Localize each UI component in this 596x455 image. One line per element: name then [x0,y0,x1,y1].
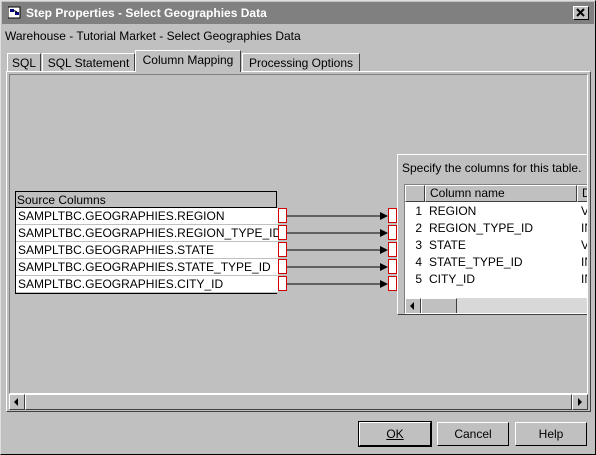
data-type-cell[interactable]: IN [581,254,587,271]
target-connector[interactable] [388,259,397,274]
data-type-cell[interactable]: V/ [581,203,587,220]
dialog-window: Step Properties - Select Geographies Dat… [0,0,596,455]
row-number: 2 [415,221,422,235]
source-connector[interactable] [278,242,287,257]
source-column-row[interactable]: SAMPLTBC.GEOGRAPHIES.STATE [16,242,278,259]
target-connector[interactable] [388,225,397,240]
source-connector[interactable] [278,208,287,223]
step-properties-icon [8,6,21,19]
step-subtitle: Warehouse - Tutorial Market - Select Geo… [5,29,301,43]
arrow-left-icon [410,302,414,310]
cancel-button[interactable]: Cancel [437,422,509,446]
row-number: 5 [415,272,422,286]
tab-sql[interactable]: SQL [7,53,41,71]
target-connector[interactable] [388,242,397,257]
row-number: 3 [415,238,422,252]
ok-button[interactable]: OK [358,421,432,447]
scroll-right-button[interactable] [572,394,588,410]
source-connector[interactable] [278,276,287,291]
column-name-cell[interactable]: STATE [429,237,466,254]
column-name-cell[interactable]: REGION_TYPE_ID [429,220,533,237]
source-column-row[interactable]: SAMPLTBC.GEOGRAPHIES.REGION_TYPE_ID [16,225,281,242]
row-number: 1 [415,204,422,218]
tab-processing-options[interactable]: Processing Options [242,53,360,71]
help-button[interactable]: Help [515,422,587,446]
table-row[interactable]: 5 CITY_ID IN [405,271,587,288]
data-type-cell[interactable]: IN [581,220,587,237]
source-columns-box: Source Columns SAMPLTBC.GEOGRAPHIES.REGI… [15,191,281,294]
data-type-cell[interactable]: V/ [581,237,587,254]
data-type-cell[interactable]: IN [581,271,587,288]
data-type-header[interactable]: D [577,185,587,202]
target-connector[interactable] [388,276,397,291]
target-columns-grid[interactable]: Column name D 1 REGION V/ 2 REGION_TYPE_… [404,184,587,314]
target-table-panel: Specify the columns for this table. Colu… [397,154,587,315]
column-name-cell[interactable]: REGION [429,203,476,220]
source-column-row[interactable]: SAMPLTBC.GEOGRAPHIES.CITY_ID [16,276,278,293]
canvas-horizontal-scrollbar[interactable] [9,394,588,410]
source-columns-header: Source Columns [16,192,276,208]
table-row[interactable]: 3 STATE V/ [405,237,587,254]
ok-button-label: OK [386,427,404,441]
column-name-cell[interactable]: CITY_ID [429,271,475,288]
grid-horizontal-scrollbar[interactable] [405,298,587,313]
window-title: Step Properties - Select Geographies Dat… [26,6,267,20]
source-connector[interactable] [278,225,287,240]
tab-sql-statement[interactable]: SQL Statement [42,53,135,71]
arrow-left-icon [14,398,18,406]
close-button[interactable] [573,6,589,20]
mapping-canvas[interactable]: Source Columns SAMPLTBC.GEOGRAPHIES.REGI… [9,74,588,394]
source-column-row[interactable]: SAMPLTBC.GEOGRAPHIES.REGION [16,208,278,225]
target-caption: Specify the columns for this table. [402,161,582,175]
source-column-row[interactable]: SAMPLTBC.GEOGRAPHIES.STATE_TYPE_ID [16,259,278,276]
column-name-cell[interactable]: STATE_TYPE_ID [429,254,523,271]
target-connector[interactable] [388,208,397,223]
grid-scroll-thumb[interactable] [421,298,457,313]
grid-corner-header [405,185,425,202]
close-icon [576,8,585,17]
mapping-lines [287,212,388,288]
grid-scroll-left-button[interactable] [405,298,421,313]
table-row[interactable]: 1 REGION V/ [405,203,587,220]
title-bar[interactable]: Step Properties - Select Geographies Dat… [2,2,594,24]
arrow-right-icon [578,398,582,406]
table-row[interactable]: 4 STATE_TYPE_ID IN [405,254,587,271]
canvas-scroll-thumb[interactable] [25,394,572,410]
scroll-left-button[interactable] [9,394,25,410]
column-name-header[interactable]: Column name [425,185,577,202]
source-connector[interactable] [278,259,287,274]
table-row[interactable]: 2 REGION_TYPE_ID IN [405,220,587,237]
row-number: 4 [415,255,422,269]
tab-column-mapping[interactable]: Column Mapping [135,50,241,72]
